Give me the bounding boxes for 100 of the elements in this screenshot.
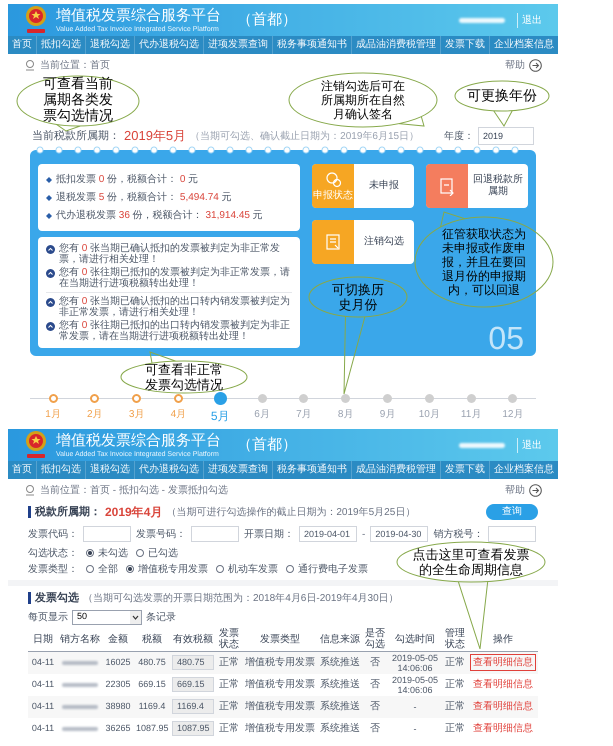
tile-button[interactable]: 注销勾选 — [312, 220, 414, 264]
info-icon — [46, 298, 55, 307]
table-cell: 正常 — [442, 652, 468, 674]
year-field[interactable]: 2019 — [478, 127, 534, 145]
location-icon — [24, 59, 36, 71]
filter-label: 开票日期： — [244, 528, 294, 542]
nav-tab[interactable]: 抵扣勾选 — [37, 36, 86, 54]
summary-line: 抵扣发票 0 份，税额合计： 0 元 — [56, 172, 198, 187]
nav-tab[interactable]: 企业档案信息 — [490, 36, 559, 54]
valid-tax-field[interactable]: 480.75 — [172, 655, 214, 670]
period-value: 2019年4月 — [105, 504, 162, 521]
region-label: （首都） — [237, 434, 297, 455]
table-cell: 系统推送 — [318, 696, 362, 718]
tile-button[interactable]: 申报状态 未申报 — [312, 164, 414, 208]
tile-button[interactable]: 回退税款所属期 — [426, 164, 528, 208]
logout-link[interactable]: 退出 — [517, 438, 542, 452]
nav-tab[interactable]: 抵扣勾选 — [37, 461, 86, 479]
table-cell: 增值税专用发票 — [242, 718, 318, 740]
month-tab[interactable]: 1月 — [38, 392, 68, 425]
section-note: （当期可勾选发票的开票日期范围为：2018年4月6日-2019年4月30日） — [83, 592, 399, 606]
period-note: （当期可勾选、确认截止日期为：2019年6月15日） — [190, 130, 420, 144]
column-header: 有效税额 — [170, 627, 216, 652]
help-link[interactable]: 帮助 — [505, 58, 542, 72]
radio-option[interactable]: 增值税专用发票 — [126, 562, 208, 576]
nav-tab[interactable]: 企业档案信息 — [490, 461, 559, 479]
date-field[interactable]: 2019-04-01 — [299, 526, 357, 542]
nav-tab[interactable]: 退税勾选 — [86, 36, 135, 54]
radio-option[interactable]: 机动车发票 — [216, 562, 278, 576]
nav-tab[interactable]: 首页 — [8, 461, 37, 479]
month-tab[interactable]: 4月 — [163, 392, 194, 425]
summary-line: 退税发票 5 份，税额合计： 5,494.74 元 — [56, 190, 232, 205]
column-header: 勾选时间 — [388, 627, 442, 652]
month-tab[interactable]: 12月 — [498, 392, 528, 425]
page-size-select[interactable]: 50 — [72, 610, 142, 624]
notice-text: 您有 0 张当期已确认抵扣的出口转内销发票被判定为非正常发票，请进行相关处理！ — [59, 296, 292, 318]
month-tab[interactable]: 5月 — [205, 392, 236, 425]
radio-option[interactable]: 通行费电子发票 — [286, 562, 368, 576]
region-label: （首都） — [237, 10, 297, 30]
breadcrumb: 当前位置：首页 — [40, 58, 110, 72]
table-cell: 增值税专用发票 — [242, 696, 318, 718]
table-cell: 否 — [362, 674, 388, 696]
help-link[interactable]: 帮助 — [505, 482, 542, 498]
nav-tab[interactable]: 进项发票查询 — [204, 461, 273, 479]
bullet-icon — [46, 176, 52, 182]
input-field[interactable] — [488, 526, 536, 542]
month-tab[interactable]: 7月 — [288, 392, 319, 425]
radio-option[interactable]: 全部 — [86, 562, 118, 576]
month-tab[interactable]: 3月 — [122, 392, 152, 425]
detail-link[interactable]: 查看明细信息 — [470, 720, 536, 737]
valid-tax-field[interactable]: 669.15 — [172, 677, 214, 692]
column-header: 金额 — [102, 627, 134, 652]
valid-tax-field[interactable]: 1087.95 — [172, 721, 214, 736]
input-field[interactable] — [83, 526, 131, 542]
nav-tab[interactable]: 代办退税勾选 — [135, 461, 204, 479]
column-header: 税额 — [134, 627, 170, 652]
document-icon — [438, 176, 456, 196]
month-tab[interactable]: 2月 — [80, 392, 110, 425]
table-cell: 04-11 — [28, 674, 58, 696]
nav-tab[interactable]: 成品油消费税管理 — [352, 36, 441, 54]
nav-tab[interactable]: 成品油消费税管理 — [352, 461, 441, 479]
nav-tab[interactable]: 发票下载 — [441, 36, 490, 54]
column-header: 发票状态 — [216, 627, 242, 652]
notice-text: 您有 0 张往期已抵扣的出口转内销发票被判定为非正常发票，请在当期进行进项税额转出处理！ — [59, 320, 292, 342]
table-cell: 04-11 — [28, 696, 58, 718]
callout-text: 可查看非正常发票勾选情况 — [145, 362, 223, 392]
detail-link[interactable]: 查看明细信息 — [470, 676, 536, 693]
month-tab[interactable]: 9月 — [372, 392, 402, 425]
nav-tab[interactable]: 进项发票查询 — [204, 36, 273, 54]
filter-label: 发票代码： — [28, 528, 78, 542]
date-field[interactable]: 2019-04-30 — [370, 526, 428, 542]
radio-option[interactable]: 未勾选 — [86, 546, 128, 560]
month-tab[interactable]: 6月 — [247, 392, 278, 425]
input-field[interactable] — [191, 526, 239, 542]
table-cell: 系统推送 — [318, 674, 362, 696]
table-cell: 正常 — [442, 696, 468, 718]
table-cell: 正常 — [216, 652, 242, 674]
detail-link[interactable]: 查看明细信息 — [470, 698, 536, 715]
table-cell: 否 — [362, 652, 388, 674]
caret-icon — [130, 610, 141, 624]
detail-link[interactable]: 查看明细信息 — [470, 654, 536, 672]
platform-title: 增值税发票综合服务平台 — [56, 6, 221, 24]
nav-tab[interactable]: 首页 — [8, 36, 37, 54]
month-tab[interactable]: 10月 — [414, 392, 444, 425]
year-label: 年度： — [444, 130, 474, 144]
logout-link[interactable]: 退出 — [517, 12, 542, 28]
nav-tab[interactable]: 税务事项通知书 — [273, 461, 352, 479]
nav-tab[interactable]: 发票下载 — [441, 461, 490, 479]
radio-option[interactable]: 已勾选 — [136, 546, 178, 560]
month-tab[interactable]: 8月 — [330, 392, 361, 425]
valid-tax-field[interactable]: 1169.4 — [172, 699, 214, 714]
table-cell: 2019-05-05 14:06:06 — [388, 674, 442, 696]
month-tab[interactable]: 11月 — [456, 392, 486, 425]
nav-tab[interactable]: 退税勾选 — [86, 461, 135, 479]
arrow-circle-icon — [529, 484, 542, 496]
nav-tab[interactable]: 税务事项通知书 — [273, 36, 352, 54]
table-cell: 增值税专用发票 — [242, 652, 318, 674]
circles-icon — [324, 171, 342, 190]
nav-tab[interactable]: 代办退税勾选 — [135, 36, 204, 54]
table-cell: 否 — [362, 718, 388, 740]
search-button[interactable]: 查询 — [486, 504, 538, 520]
